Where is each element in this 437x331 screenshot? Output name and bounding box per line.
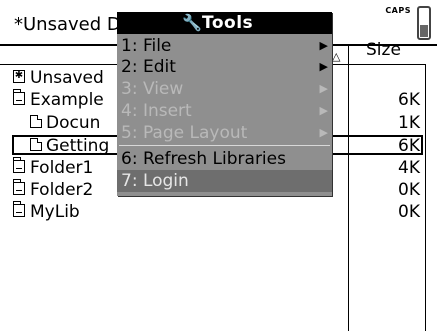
size-column-header[interactable]: Size	[366, 40, 401, 60]
menu-item-refresh-libraries[interactable]: 6: Refresh Libraries	[117, 148, 332, 170]
file-size: 6K	[398, 90, 420, 110]
menu-item-page-layout: 5: Page Layout ▶	[117, 122, 332, 144]
file-size: 1K	[398, 113, 420, 133]
menu-item-label: 5: Page Layout	[121, 123, 248, 143]
tools-menu: 🔧 Tools 1: File ▶ 2: Edit ▶ 3: View ▶ 4:…	[117, 12, 332, 196]
folder-icon	[13, 179, 25, 195]
sort-indicator[interactable]: △	[332, 50, 340, 63]
folder-open-icon	[13, 89, 25, 105]
caps-indicator: CAPS	[385, 6, 411, 15]
menu-separator	[119, 145, 330, 146]
file-size: 0K	[398, 202, 420, 222]
tools-menu-title: 🔧 Tools	[117, 12, 332, 34]
menu-title-label: Tools	[202, 13, 254, 33]
document-icon	[30, 115, 42, 128]
menu-item-file[interactable]: 1: File ▶	[117, 35, 332, 57]
unsaved-doc-icon: ✱	[13, 70, 25, 83]
submenu-arrow-icon: ▶	[319, 60, 328, 73]
file-name: Folder1	[30, 158, 94, 178]
menu-item-label: 1: File	[121, 36, 172, 56]
menu-item-label: 7: Login	[121, 171, 189, 191]
document-icon	[30, 138, 42, 151]
document-title: *Unsaved D	[14, 14, 121, 35]
wrench-icon: 🔧	[182, 13, 202, 32]
menu-item-login[interactable]: 7: Login	[117, 170, 332, 192]
menu-item-label: 6: Refresh Libraries	[121, 149, 286, 169]
submenu-arrow-icon: ▶	[319, 82, 328, 95]
file-size: 6K	[398, 136, 420, 156]
file-name: Folder2	[30, 180, 94, 200]
file-name: Docun	[46, 113, 101, 133]
file-name: Getting	[46, 136, 110, 156]
column-divider	[348, 44, 349, 64]
folder-icon	[13, 201, 25, 217]
menu-item-edit[interactable]: 2: Edit ▶	[117, 56, 332, 78]
battery-level	[420, 25, 428, 37]
file-row[interactable]: MyLib 0K	[0, 201, 437, 222]
submenu-arrow-icon: ▶	[319, 126, 328, 139]
file-browser-screen: *Unsaved D CAPS △ Size ✱ Unsaved Example…	[0, 0, 437, 331]
submenu-arrow-icon: ▶	[319, 104, 328, 117]
battery-icon	[417, 6, 431, 40]
file-name: Example	[30, 90, 104, 110]
menu-item-label: 3: View	[121, 79, 184, 99]
file-size: 0K	[398, 180, 420, 200]
menu-item-view: 3: View ▶	[117, 78, 332, 100]
file-name: MyLib	[30, 202, 80, 222]
menu-item-label: 4: Insert	[121, 101, 192, 121]
file-size: 4K	[398, 158, 420, 178]
submenu-arrow-icon: ▶	[319, 39, 328, 52]
menu-item-insert: 4: Insert ▶	[117, 100, 332, 122]
folder-icon	[13, 157, 25, 173]
menu-item-label: 2: Edit	[121, 57, 176, 77]
file-name: Unsaved	[30, 68, 104, 88]
